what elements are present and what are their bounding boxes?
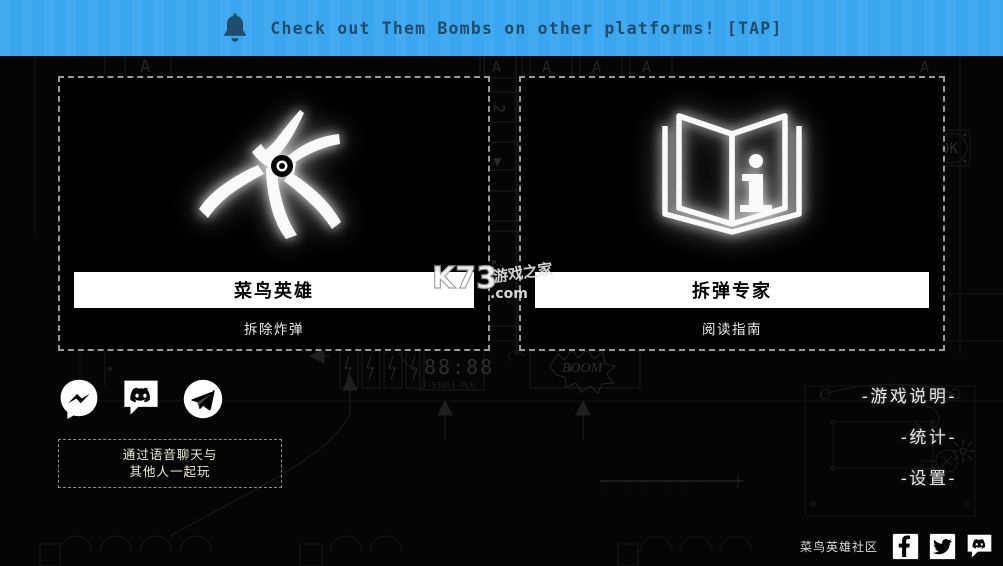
voice-chat-note-line2: 其他人一起玩 bbox=[129, 464, 211, 479]
voice-chat-note-line1: 通过语音聊天与 bbox=[122, 446, 218, 462]
menu-item-instructions[interactable]: -游戏说明- bbox=[862, 382, 957, 407]
expert-cta-label: 拆弹专家 bbox=[692, 281, 772, 302]
panel-expert-manual[interactable]: 拆弹专家 阅读指南 bbox=[519, 76, 945, 351]
bell-icon bbox=[224, 13, 247, 42]
manual-book-info-icon bbox=[662, 113, 802, 235]
svg-text:A: A bbox=[542, 58, 551, 76]
facebook-icon[interactable] bbox=[892, 533, 919, 560]
menu-item-statistics[interactable]: -统计- bbox=[901, 423, 957, 448]
svg-text:A: A bbox=[642, 58, 651, 76]
expert-cta-button[interactable]: 拆弹专家 bbox=[535, 272, 929, 308]
discord-icon[interactable] bbox=[120, 378, 162, 420]
svg-text:A: A bbox=[592, 58, 601, 76]
svg-text:T-53051-PLU: T-53051-PLU bbox=[422, 381, 475, 390]
svg-text:A: A bbox=[140, 57, 150, 77]
panel-rookie-hero[interactable]: 菜鸟英雄 拆除炸弹 bbox=[58, 76, 490, 351]
telegram-icon[interactable] bbox=[182, 378, 224, 420]
community-label: 菜鸟英雄社区 bbox=[799, 540, 878, 554]
social-links-left bbox=[58, 378, 224, 420]
menu-item-settings[interactable]: -设置- bbox=[901, 464, 957, 489]
manual-book-icon-wrap bbox=[657, 108, 807, 240]
expert-subtitle: 阅读指南 bbox=[702, 322, 762, 338]
svg-text:A: A bbox=[492, 58, 501, 76]
svg-text:A: A bbox=[920, 58, 929, 76]
banner-text: Check out Them Bombs on other platforms!… bbox=[270, 18, 783, 38]
svg-text:BOOM: BOOM bbox=[562, 361, 604, 376]
rookie-cta-label: 菜鸟英雄 bbox=[234, 281, 314, 302]
community-bar: 菜鸟英雄社区 bbox=[800, 533, 993, 560]
main-menu: -游戏说明- -统计- -设置- bbox=[862, 382, 957, 489]
messenger-icon[interactable] bbox=[58, 378, 100, 420]
twitter-icon[interactable] bbox=[929, 533, 956, 560]
discord-icon[interactable] bbox=[966, 533, 993, 560]
mode-selection-group: 菜鸟英雄 拆除炸弹 拆弹专家 阅读指南 bbox=[58, 76, 945, 351]
voice-chat-note: 通过语音聊天与 其他人一起玩 bbox=[58, 439, 282, 488]
pliers-icon-wrap bbox=[194, 108, 354, 240]
svg-text:88:88: 88:88 bbox=[424, 355, 494, 379]
svg-text:(: ( bbox=[819, 391, 824, 401]
rookie-subtitle: 拆除炸弹 bbox=[244, 322, 304, 338]
promo-banner[interactable]: Check out Them Bombs on other platforms!… bbox=[0, 0, 1003, 56]
rookie-cta-button[interactable]: 菜鸟英雄 bbox=[74, 272, 474, 308]
pliers-icon bbox=[199, 110, 341, 239]
